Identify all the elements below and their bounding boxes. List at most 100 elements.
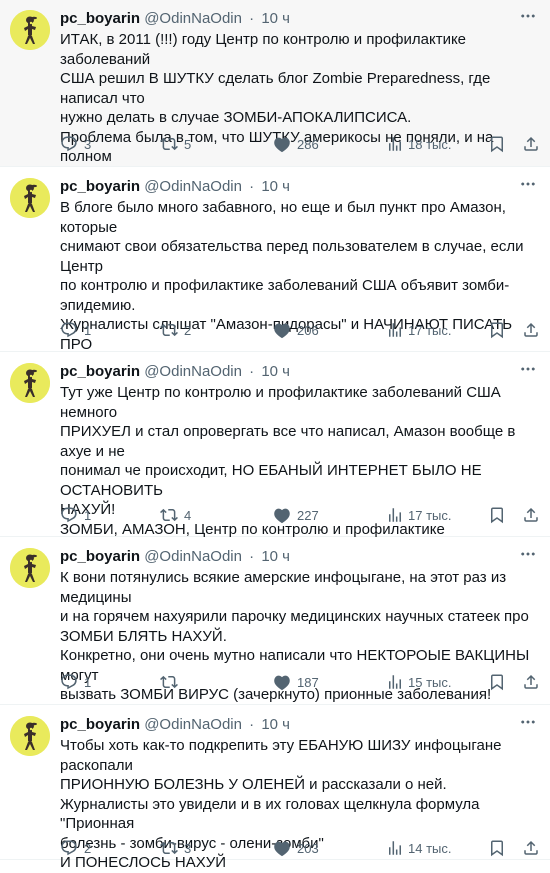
author-handle[interactable]: @OdinNaOdin bbox=[144, 10, 242, 27]
like-count: 206 bbox=[297, 322, 319, 338]
separator-dot: · bbox=[249, 716, 255, 733]
more-options-icon[interactable] bbox=[516, 359, 540, 379]
reply-icon bbox=[60, 135, 78, 153]
more-options-icon[interactable] bbox=[516, 6, 540, 26]
view-count: 17 тыс. bbox=[408, 322, 452, 338]
action-bar: 2 3 203 14 тыс. bbox=[60, 838, 540, 858]
like-count: 187 bbox=[297, 674, 319, 690]
reply-icon bbox=[60, 506, 78, 524]
bookmark-icon[interactable] bbox=[488, 505, 506, 525]
reply-button[interactable]: 2 bbox=[60, 838, 91, 858]
tweet-text: ИТАК, в 2011 (!!!) году Центр по контрол… bbox=[60, 30, 536, 186]
author-name[interactable]: pc_boyarin bbox=[60, 178, 140, 195]
bar-chart-icon bbox=[386, 506, 404, 524]
more-options-icon[interactable] bbox=[516, 174, 540, 194]
tweet-paragraph: ИТАК, в 2011 (!!!) году Центр по контрол… bbox=[60, 31, 491, 126]
author-handle[interactable]: @OdinNaOdin bbox=[144, 716, 242, 733]
retweet-icon bbox=[160, 321, 178, 339]
views-button[interactable]: 15 тыс. bbox=[386, 672, 451, 692]
separator-dot: · bbox=[249, 178, 255, 195]
tweet[interactable]: pc_boyarin @OdinNaOdin · 10 ч Тут уже Це… bbox=[0, 353, 550, 577]
more-options-icon[interactable] bbox=[516, 712, 540, 732]
like-button[interactable]: 206 bbox=[273, 320, 319, 340]
views-button[interactable]: 14 тыс. bbox=[386, 838, 451, 858]
reply-icon bbox=[60, 673, 78, 691]
tweet-header: pc_boyarin @OdinNaOdin · 10 ч bbox=[60, 363, 538, 383]
tweet-text: В блоге было много забавного, но еще и б… bbox=[60, 198, 536, 374]
retweet-button[interactable] bbox=[160, 672, 184, 692]
tweet[interactable]: pc_boyarin @OdinNaOdin · 10 ч В блоге бы… bbox=[0, 168, 550, 372]
views-button[interactable]: 17 тыс. bbox=[386, 320, 451, 340]
action-bar: 3 5 286 18 тыс. bbox=[60, 134, 540, 154]
separator-dot: · bbox=[249, 548, 255, 565]
author-name[interactable]: pc_boyarin bbox=[60, 716, 140, 733]
share-icon[interactable] bbox=[522, 672, 540, 692]
separator-dot: · bbox=[249, 10, 255, 27]
avatar[interactable] bbox=[10, 10, 50, 50]
author-name[interactable]: pc_boyarin bbox=[60, 548, 140, 565]
avatar[interactable] bbox=[10, 548, 50, 588]
action-bar: 1 187 15 тыс. bbox=[60, 672, 540, 692]
bookmark-icon[interactable] bbox=[488, 838, 506, 858]
reply-button[interactable]: 1 bbox=[60, 672, 91, 692]
tweet-header: pc_boyarin @OdinNaOdin · 10 ч bbox=[60, 10, 538, 30]
author-handle[interactable]: @OdinNaOdin bbox=[144, 363, 242, 380]
reply-count: 3 bbox=[84, 136, 92, 152]
like-button[interactable]: 227 bbox=[273, 505, 319, 525]
view-count: 15 тыс. bbox=[408, 674, 452, 690]
action-bar: 1 2 206 17 тыс. bbox=[60, 320, 540, 340]
like-button[interactable]: 286 bbox=[273, 134, 319, 154]
timestamp[interactable]: 10 ч bbox=[261, 10, 290, 27]
share-icon[interactable] bbox=[522, 134, 540, 154]
reply-count: 1 bbox=[84, 674, 92, 690]
share-icon[interactable] bbox=[522, 505, 540, 525]
like-count: 203 bbox=[297, 840, 319, 856]
author-name[interactable]: pc_boyarin bbox=[60, 363, 140, 380]
tweet-paragraph: Чтобы хоть как-то подкрепить эту ЕБАНУЮ … bbox=[60, 737, 502, 793]
avatar[interactable] bbox=[10, 363, 50, 403]
tweet[interactable]: pc_boyarin @OdinNaOdin · 10 ч ИТАК, в 20… bbox=[0, 0, 550, 185]
like-button[interactable]: 203 bbox=[273, 838, 319, 858]
timestamp[interactable]: 10 ч bbox=[261, 548, 290, 565]
view-count: 14 тыс. bbox=[408, 840, 452, 856]
timestamp[interactable]: 10 ч bbox=[261, 716, 290, 733]
like-count: 286 bbox=[297, 136, 319, 152]
bar-chart-icon bbox=[386, 673, 404, 691]
reply-button[interactable]: 1 bbox=[60, 505, 91, 525]
author-handle[interactable]: @OdinNaOdin bbox=[144, 548, 242, 565]
like-button[interactable]: 187 bbox=[273, 672, 319, 692]
bookmark-icon[interactable] bbox=[488, 134, 506, 154]
avatar[interactable] bbox=[10, 178, 50, 218]
reply-count: 1 bbox=[84, 507, 92, 523]
retweet-button[interactable]: 2 bbox=[160, 320, 191, 340]
retweet-button[interactable]: 4 bbox=[160, 505, 191, 525]
avatar[interactable] bbox=[10, 716, 50, 756]
reply-button[interactable]: 3 bbox=[60, 134, 91, 154]
tweet-header: pc_boyarin @OdinNaOdin · 10 ч bbox=[60, 716, 538, 736]
reply-button[interactable]: 1 bbox=[60, 320, 91, 340]
author-handle[interactable]: @OdinNaOdin bbox=[144, 178, 242, 195]
timestamp[interactable]: 10 ч bbox=[261, 178, 290, 195]
bar-chart-icon bbox=[386, 321, 404, 339]
tweet-paragraph: В блоге было много забавного, но еще и б… bbox=[60, 199, 524, 314]
retweet-button[interactable]: 3 bbox=[160, 838, 191, 858]
tweet-paragraph: К вони потянулись всякие амерские инфоцы… bbox=[60, 569, 529, 645]
bookmark-icon[interactable] bbox=[488, 672, 506, 692]
action-bar: 1 4 227 17 тыс. bbox=[60, 505, 540, 525]
tweet-header: pc_boyarin @OdinNaOdin · 10 ч bbox=[60, 178, 538, 198]
bar-chart-icon bbox=[386, 839, 404, 857]
retweet-count: 3 bbox=[184, 840, 192, 856]
more-options-icon[interactable] bbox=[516, 544, 540, 564]
bookmark-icon[interactable] bbox=[488, 320, 506, 340]
tweet[interactable]: pc_boyarin @OdinNaOdin · 10 ч К вони пот… bbox=[0, 538, 550, 705]
share-icon[interactable] bbox=[522, 320, 540, 340]
tweet-header: pc_boyarin @OdinNaOdin · 10 ч bbox=[60, 548, 538, 568]
views-button[interactable]: 18 тыс. bbox=[386, 134, 451, 154]
timestamp[interactable]: 10 ч bbox=[261, 363, 290, 380]
retweet-button[interactable]: 5 bbox=[160, 134, 191, 154]
views-button[interactable]: 17 тыс. bbox=[386, 505, 451, 525]
author-name[interactable]: pc_boyarin bbox=[60, 10, 140, 27]
share-icon[interactable] bbox=[522, 838, 540, 858]
retweet-icon bbox=[160, 839, 178, 857]
tweet[interactable]: pc_boyarin @OdinNaOdin · 10 ч Чтобы хоть… bbox=[0, 706, 550, 871]
